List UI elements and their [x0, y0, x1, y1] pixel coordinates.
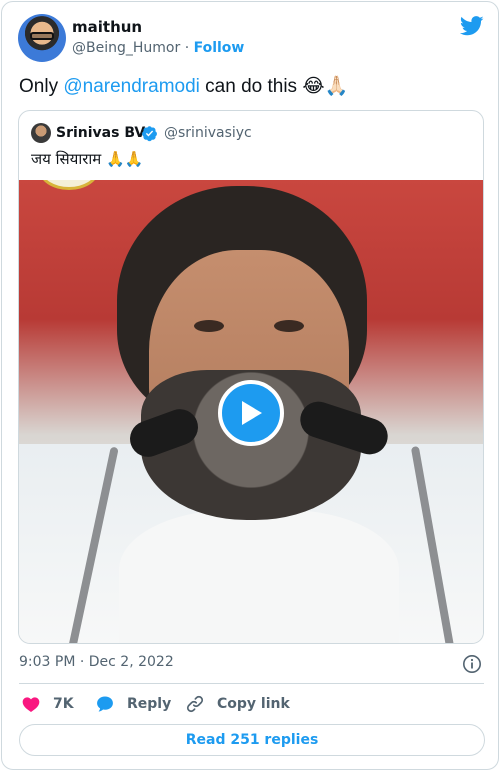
tweet-actions: 7K Reply Copy link: [19, 692, 484, 716]
quoted-author-handle[interactable]: @srinivasiyc: [164, 125, 252, 141]
read-replies-button[interactable]: Read 251 replies: [19, 724, 485, 756]
speaker-shirt: [119, 510, 399, 643]
quoted-author-avatar[interactable]: [31, 123, 51, 143]
speaker-eye-left: [194, 320, 224, 332]
author-handle[interactable]: @Being_Humor: [72, 40, 180, 56]
speaker-eye-right: [274, 320, 304, 332]
author-avatar[interactable]: [18, 14, 66, 62]
play-button[interactable]: [218, 380, 284, 446]
reply-label: Reply: [127, 696, 172, 712]
twitter-bird-icon[interactable]: [460, 16, 484, 36]
tweet-timestamp[interactable]: 9:03 PM · Dec 2, 2022: [19, 654, 174, 670]
reply-bubble-icon: [97, 696, 113, 712]
play-icon: [242, 401, 262, 425]
tweet-meta-row: 9:03 PM · Dec 2, 2022: [19, 654, 484, 674]
video-thumbnail[interactable]: [19, 180, 483, 643]
verified-badge-icon: [142, 126, 157, 142]
follow-button[interactable]: Follow: [194, 40, 245, 56]
quoted-author-name[interactable]: Srinivas BV: [56, 125, 145, 141]
info-icon[interactable]: [462, 654, 482, 674]
tweet-text-end: can do this 😂🙏🏻: [199, 76, 349, 97]
tweet-embed-card: maithun @Being_Humor · Follow Only @nare…: [1, 1, 499, 770]
author-name[interactable]: maithun: [72, 18, 142, 36]
quoted-tweet[interactable]: Srinivas BV @srinivasiyc जय सियाराम 🙏🙏: [18, 110, 484, 644]
mention-link[interactable]: @narendramodi: [63, 76, 200, 97]
heart-icon: [22, 697, 40, 712]
handle-separator: ·: [184, 40, 190, 56]
tweet-text: Only @narendramodi can do this 😂🙏🏻: [19, 74, 348, 98]
copy-link-button[interactable]: Copy link: [185, 692, 290, 716]
tweet-text-start: Only: [19, 76, 64, 97]
divider: [19, 683, 484, 684]
like-button[interactable]: 7K: [21, 692, 74, 716]
author-handle-row: @Being_Humor · Follow: [72, 40, 244, 56]
link-icon: [186, 695, 204, 713]
reply-button[interactable]: Reply: [95, 692, 171, 716]
background-logo: [39, 180, 99, 190]
quoted-tweet-text: जय सियाराम 🙏🙏: [31, 150, 144, 168]
like-count: 7K: [53, 696, 74, 712]
copy-link-label: Copy link: [217, 696, 290, 712]
avatar-glasses: [30, 32, 54, 40]
tweet-header: maithun @Being_Humor · Follow: [18, 14, 484, 62]
